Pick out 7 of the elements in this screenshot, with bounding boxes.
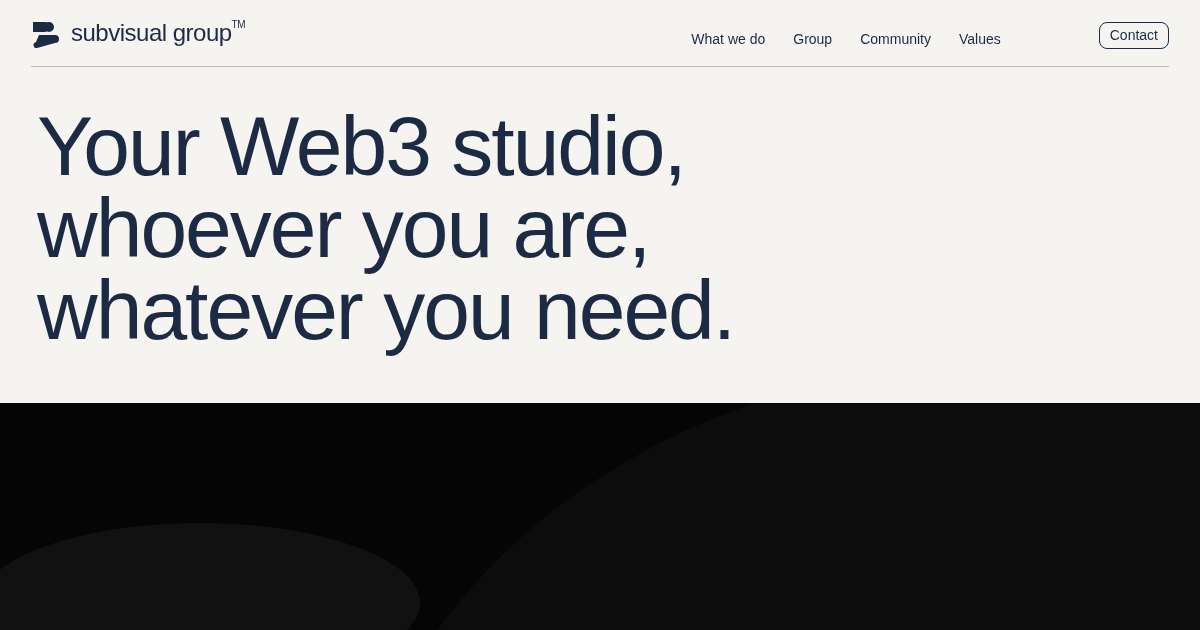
contact-button[interactable]: Contact (1098, 21, 1169, 49)
nav-link[interactable]: Group (793, 28, 833, 50)
hero-headline: Your Web3 studio, whoever you are, whatever you need. (37, 105, 736, 359)
logo-wordmark[interactable]: subvisual group$^{TM}$ (71, 15, 246, 51)
nav-link[interactable]: Community (860, 28, 931, 50)
nav-link[interactable]: Values (958, 28, 1001, 50)
nav-link[interactable]: What we do (691, 28, 766, 50)
